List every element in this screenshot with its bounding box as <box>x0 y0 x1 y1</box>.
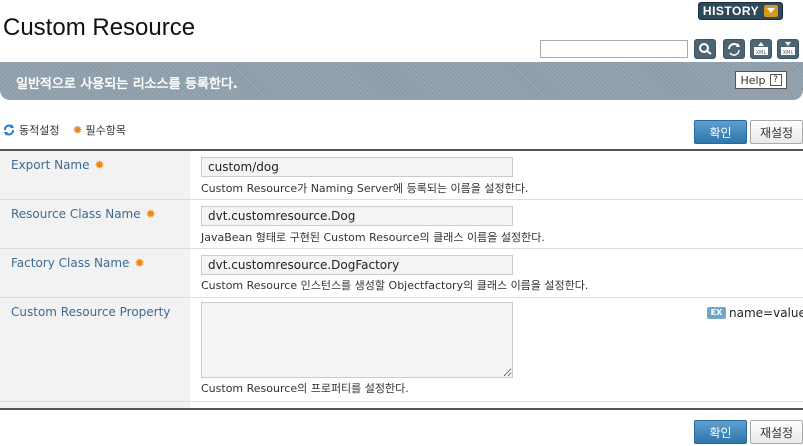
factory-class-name-label-text: Factory Class Name <box>11 256 130 270</box>
search-icon[interactable] <box>694 39 716 59</box>
required-star-icon: ✹ <box>72 123 83 137</box>
reset-button-bottom[interactable]: 재설정 <box>750 420 803 444</box>
row-divider <box>0 248 803 249</box>
required-star-icon: ✹ <box>134 256 145 270</box>
custom-resource-property-label: Custom Resource Property <box>11 305 170 319</box>
resource-class-name-label: Resource Class Name ✹ <box>11 207 156 221</box>
factory-class-name-description: Custom Resource 인스턴스를 생성할 Objectfactory의… <box>201 279 589 292</box>
help-label: Help <box>740 73 766 87</box>
custom-resource-property-description: Custom Resource의 프로퍼티를 설정한다. <box>201 382 409 395</box>
ok-button-top[interactable]: 확인 <box>694 120 747 144</box>
required-field-label: 필수항목 <box>85 124 127 137</box>
svg-text:XML: XML <box>783 50 794 56</box>
custom-resource-property-label-text: Custom Resource Property <box>11 305 171 319</box>
history-button[interactable]: HISTORY <box>698 2 783 20</box>
refresh-icon[interactable] <box>723 39 745 59</box>
xml-import-icon[interactable]: XML <box>777 39 799 59</box>
resource-class-name-description: JavaBean 형태로 구현된 Custom Resource의 클래스 이름… <box>201 231 545 244</box>
example-badge-icon: EX <box>707 307 726 319</box>
chevron-down-icon <box>764 5 779 17</box>
row-divider <box>0 401 803 402</box>
custom-resource-property-textarea[interactable] <box>201 302 513 378</box>
example-hint: EX name=value <box>707 306 803 320</box>
export-name-label: Export Name ✹ <box>11 158 105 172</box>
sync-icon <box>3 124 15 136</box>
xml-export-icon[interactable]: XML <box>750 39 772 59</box>
question-icon: ? <box>769 74 782 86</box>
banner-text: 일반적으로 사용되는 리소스를 등록한다. <box>16 77 238 92</box>
factory-class-name-label: Factory Class Name ✹ <box>11 256 145 270</box>
row-divider <box>0 297 803 298</box>
form-bottom-border <box>0 408 803 410</box>
export-name-description: Custom Resource가 Naming Server에 등록되는 이름을… <box>201 182 529 195</box>
ok-button-bottom[interactable]: 확인 <box>694 420 747 444</box>
legend: 동적설정 ✹ 필수항목 <box>3 122 126 138</box>
resource-class-name-label-text: Resource Class Name <box>11 207 141 221</box>
resource-class-name-input[interactable] <box>201 206 513 226</box>
search-input[interactable] <box>540 40 688 58</box>
row-divider <box>0 199 803 200</box>
example-text: name=value <box>729 306 803 320</box>
reset-button-top[interactable]: 재설정 <box>750 120 803 144</box>
export-name-label-text: Export Name <box>11 158 90 172</box>
svg-text:XML: XML <box>756 50 767 56</box>
help-button[interactable]: Help ? <box>735 71 787 89</box>
label-column <box>0 151 190 408</box>
required-star-icon: ✹ <box>94 158 105 172</box>
page-title: Custom Resource <box>3 14 196 41</box>
factory-class-name-input[interactable] <box>201 255 513 275</box>
export-name-input[interactable] <box>201 157 513 177</box>
required-star-icon: ✹ <box>145 207 156 221</box>
history-label: HISTORY <box>702 4 760 18</box>
dynamic-setting-label: 동적설정 <box>19 124 60 137</box>
